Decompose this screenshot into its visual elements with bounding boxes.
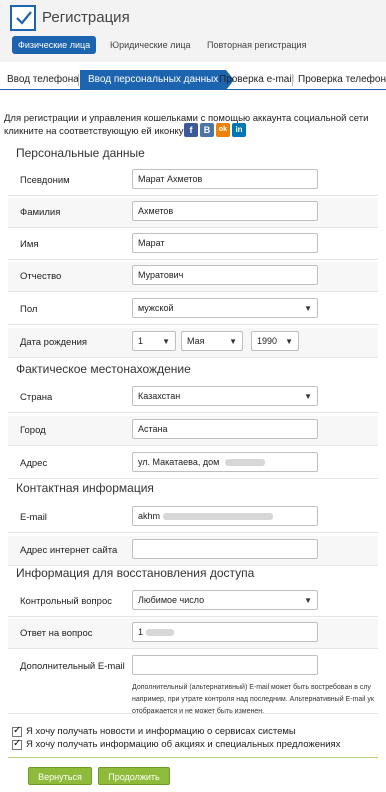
back-button[interactable]: Вернуться (28, 767, 92, 785)
step-divider (292, 74, 293, 86)
birth-month-value: Мая (187, 336, 205, 346)
vkontakte-icon[interactable]: В (200, 123, 214, 137)
country-select[interactable]: Казахстан ▼ (132, 386, 318, 406)
patronymic-row: Отчество Муратович (8, 262, 378, 292)
city-label: Город (20, 425, 46, 436)
tab-legal-entities[interactable]: Юридические лица (110, 36, 191, 54)
alt-email-hint-line: отображается и не может быть изменен. (132, 708, 265, 715)
gender-select[interactable]: мужской ▼ (132, 298, 318, 318)
surname-row: Фамилия Ахметов (8, 198, 378, 228)
birth-year-value: 1990 (257, 336, 278, 346)
facebook-icon[interactable]: f (184, 123, 198, 137)
name-label: Имя (20, 239, 39, 250)
alt-email-hint-line: например, при утрате контроля над послед… (132, 696, 374, 703)
step-phone-check[interactable]: Проверка телефона (298, 70, 386, 90)
name-row: Имя Марат (8, 230, 378, 260)
address-row: Адрес ул. Макатаева, дом (8, 449, 378, 479)
registration-steps: Ввод телефона Ввод персональных данных П… (0, 70, 386, 90)
security-answer-input[interactable]: 1 (132, 622, 318, 642)
website-row: Адрес интернет сайта (8, 536, 378, 566)
alt-email-hint-line: Дополнительный (альтернативный) E-mail м… (132, 684, 371, 691)
nickname-label: Псевдоним (20, 175, 70, 186)
security-answer-label: Ответ на вопрос (20, 628, 93, 639)
alt-email-hint: Дополнительный (альтернативный) E-mail м… (132, 682, 384, 718)
section-contact-title: Контактная информация (16, 481, 154, 495)
birth-day-value: 1 (138, 336, 144, 346)
email-label: E-mail (20, 512, 47, 523)
security-answer-row: Ответ на вопрос 1 (8, 619, 378, 649)
tab-repeat-registration[interactable]: Повторная регистрация (207, 36, 306, 54)
security-question-value: Любимое число (138, 595, 205, 605)
redacted-blur (162, 513, 273, 521)
birth-month-select[interactable]: Мая ▼ (181, 331, 243, 351)
section-personal-data-title: Персональные данные (16, 146, 145, 160)
security-question-label: Контрольный вопрос (20, 596, 112, 607)
news-subscription-checkbox[interactable] (12, 725, 22, 737)
nickname-row: Псевдоним Марат Ахметов (8, 166, 378, 196)
country-value: Казахстан (138, 391, 181, 401)
registration-checkbox-logo-icon (10, 5, 36, 31)
website-input[interactable] (132, 539, 318, 559)
patronymic-input[interactable]: Муратович (132, 265, 318, 285)
country-label: Страна (20, 392, 53, 403)
country-row: Страна Казахстан ▼ (8, 383, 378, 413)
nickname-input[interactable]: Марат Ахметов (132, 169, 318, 189)
birthdate-row: Дата рождения 1 ▼ Мая ▼ 1990 ▼ (8, 328, 378, 358)
linkedin-icon[interactable]: in (232, 123, 246, 137)
tab-individuals[interactable]: Физические лица (12, 36, 97, 54)
news-subscription-label[interactable]: Я хочу получать новости и информацию о с… (26, 726, 296, 737)
name-input[interactable]: Марат (132, 233, 318, 253)
email-row: E-mail akhm (8, 503, 378, 533)
chevron-down-icon: ▼ (304, 304, 312, 313)
odnoklassniki-icon[interactable]: ok (216, 123, 230, 137)
step-personal-data[interactable]: Ввод персональных данных (80, 70, 235, 90)
surname-input[interactable]: Ахметов (132, 201, 318, 221)
security-answer-value: 1 (138, 627, 144, 637)
step-phone-entry[interactable]: Ввод телефона (7, 70, 79, 90)
section-location-title: Фактическое местонахождение (16, 362, 191, 376)
city-row: Город Астана (8, 416, 378, 446)
email-value: akhm (138, 511, 161, 521)
alt-email-label: Дополнительный E-mail (20, 661, 125, 672)
promo-subscription-label[interactable]: Я хочу получать информацию об акциях и с… (26, 739, 340, 750)
city-input[interactable]: Астана (132, 419, 318, 439)
step-divider (78, 74, 79, 86)
section-recovery-title: Информация для восстановления доступа (16, 566, 255, 580)
gender-value: мужской (138, 303, 174, 313)
address-value: ул. Макатаева, дом (138, 457, 220, 467)
security-question-select[interactable]: Любимое число ▼ (132, 590, 318, 610)
surname-label: Фамилия (20, 207, 61, 218)
birth-day-select[interactable]: 1 ▼ (132, 331, 176, 351)
alt-email-input[interactable] (132, 655, 318, 675)
address-input[interactable]: ул. Макатаева, дом (132, 452, 318, 472)
redacted-blur (224, 459, 265, 467)
birthdate-label: Дата рождения (20, 337, 88, 348)
chevron-down-icon: ▼ (304, 596, 312, 605)
address-label: Адрес (20, 458, 48, 469)
page-title: Регистрация (42, 9, 130, 26)
website-label: Адрес интернет сайта (20, 545, 118, 556)
continue-button[interactable]: Продолжить (98, 767, 170, 785)
gender-row: Пол мужской ▼ (8, 295, 378, 325)
birth-year-select[interactable]: 1990 ▼ (251, 331, 299, 351)
redacted-blur (145, 629, 174, 637)
chevron-down-icon: ▼ (162, 337, 170, 346)
form-footer-divider (8, 757, 378, 758)
chevron-down-icon: ▼ (285, 337, 293, 346)
email-input[interactable]: akhm (132, 506, 318, 526)
chevron-down-icon: ▼ (229, 337, 237, 346)
gender-label: Пол (20, 304, 38, 315)
security-question-row: Контрольный вопрос Любимое число ▼ (8, 587, 378, 617)
patronymic-label: Отчество (20, 271, 62, 282)
page-header: Регистрация Физические лица Юридические … (0, 0, 386, 62)
chevron-down-icon: ▼ (304, 392, 312, 401)
promo-subscription-checkbox[interactable] (12, 738, 22, 750)
step-email-check[interactable]: Проверка e-mail (219, 70, 294, 90)
